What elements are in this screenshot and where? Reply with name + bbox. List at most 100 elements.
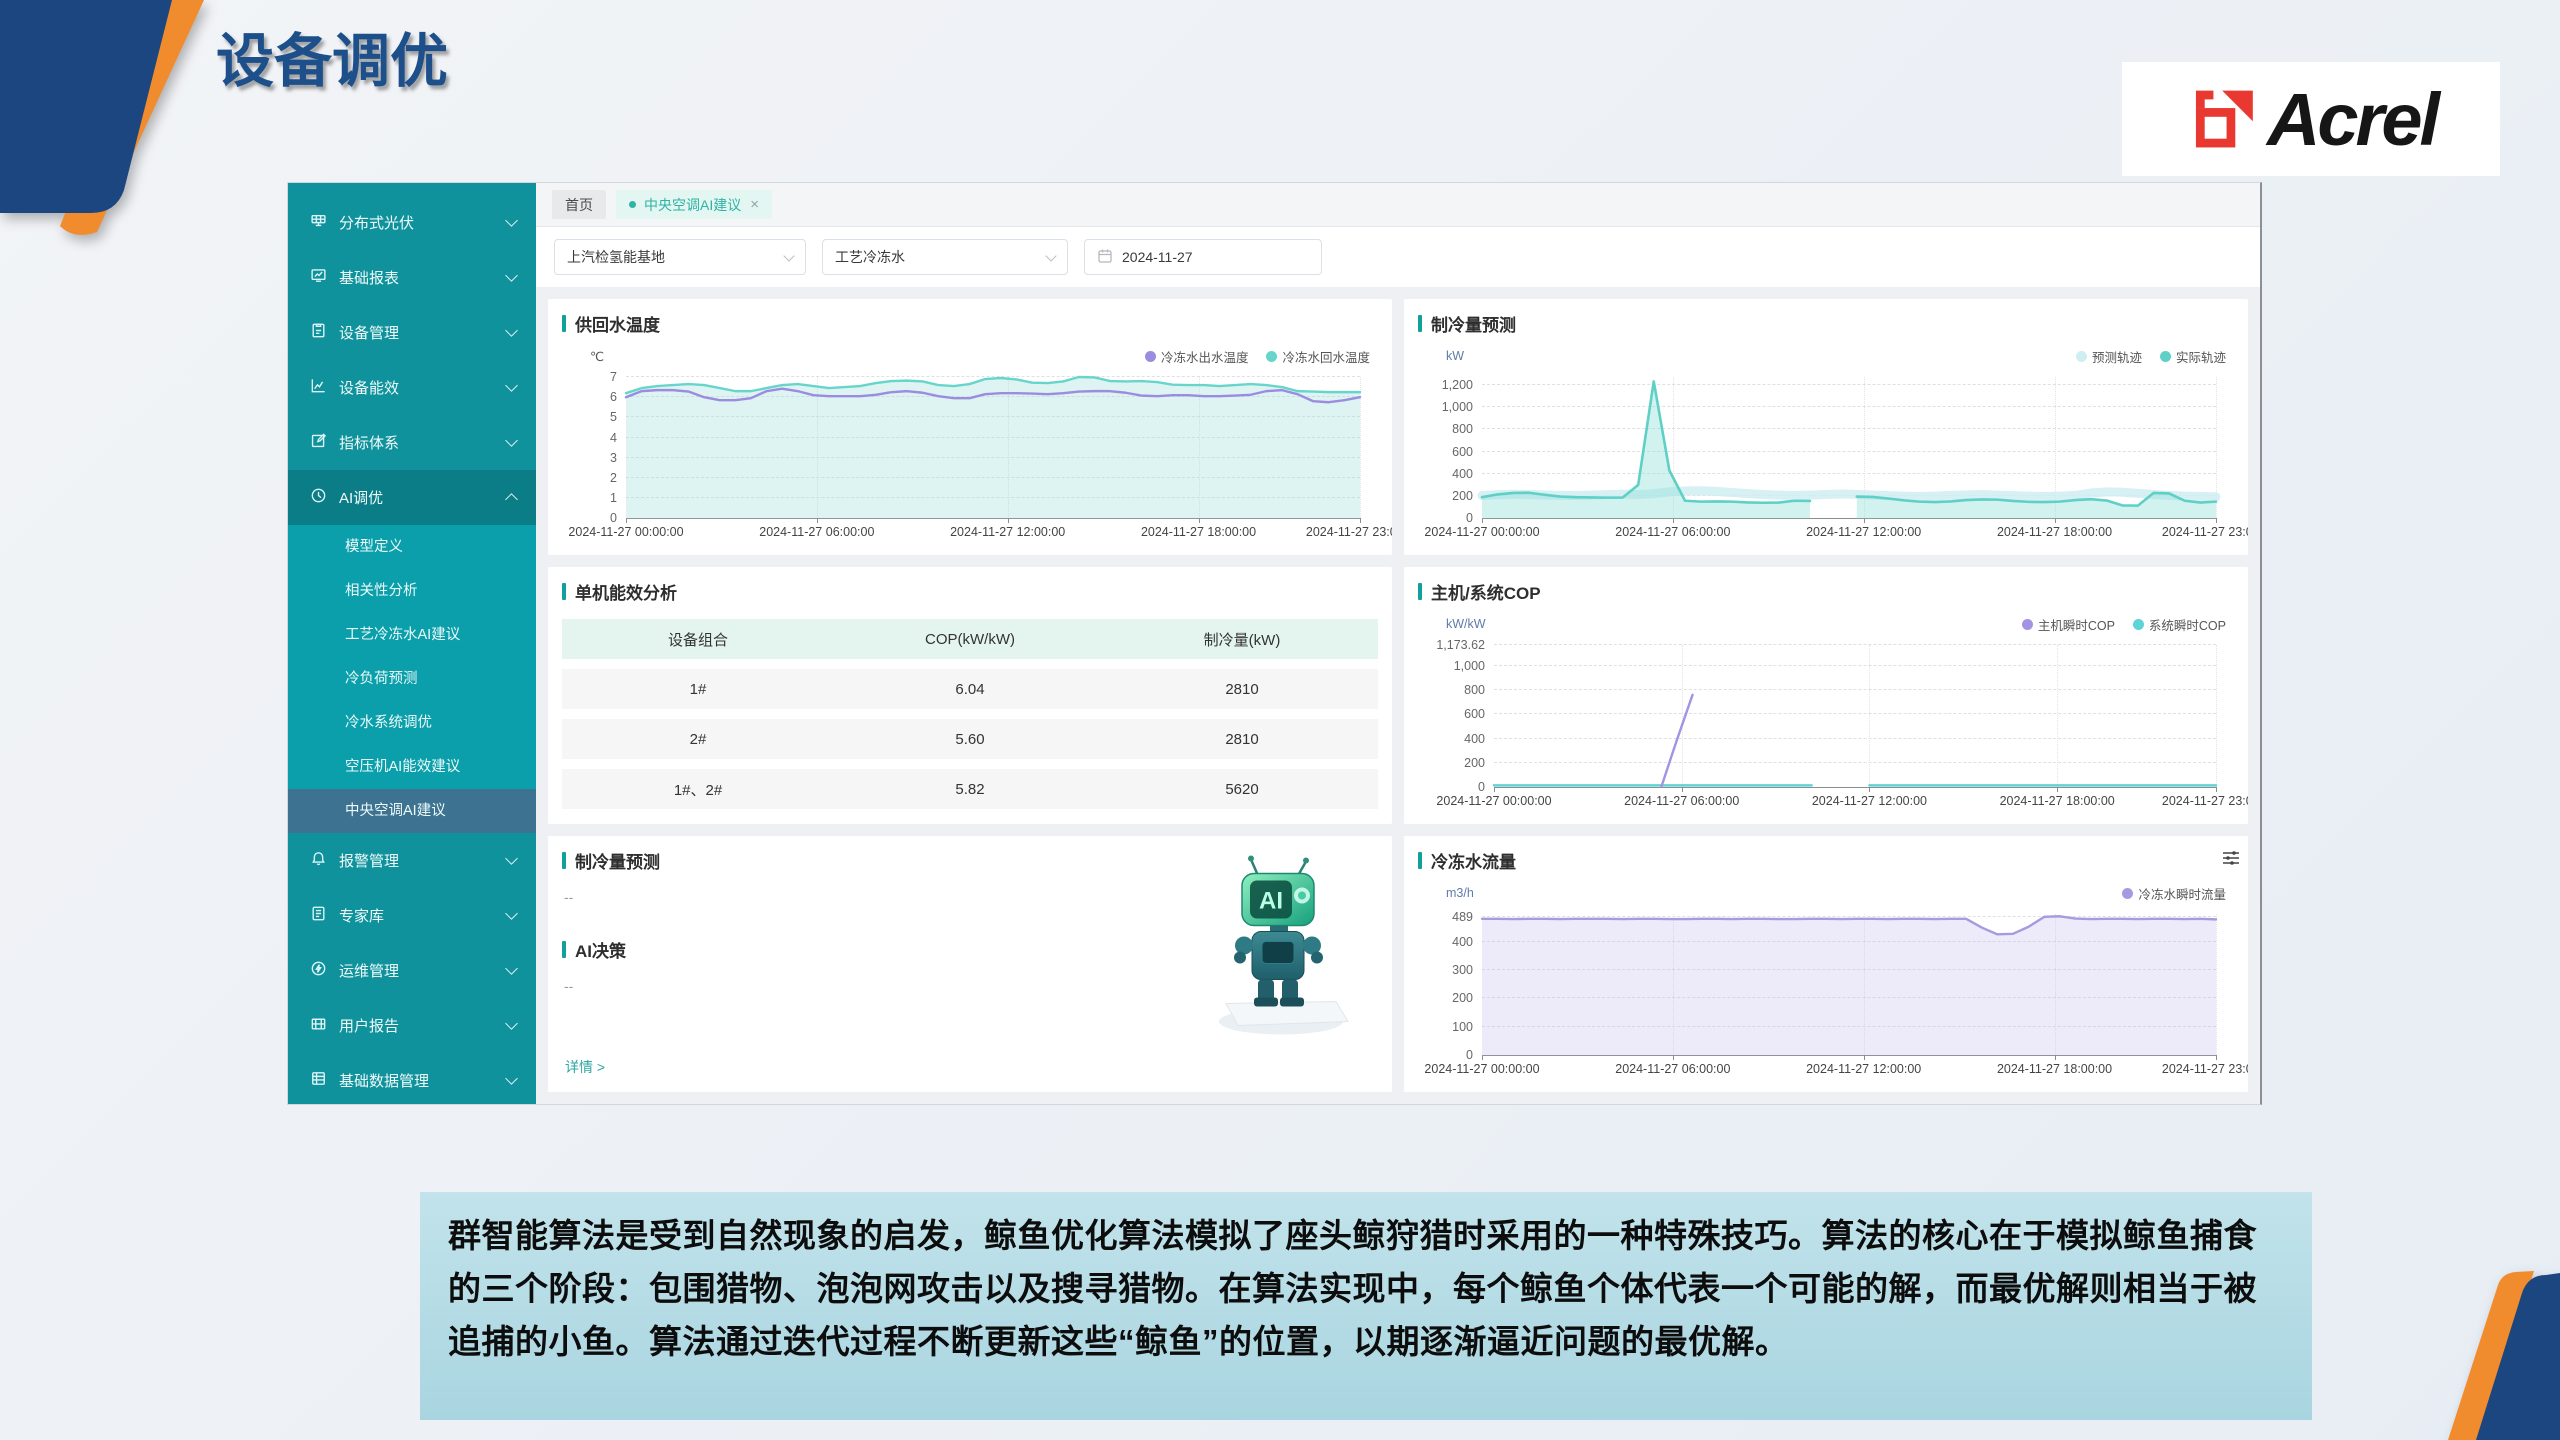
sidebar-item-base-data[interactable]: 基础数据管理 — [288, 1053, 536, 1104]
y-tick-label: 400 — [1464, 732, 1485, 746]
sidebar-item-alarm[interactable]: 报警管理 — [288, 833, 536, 888]
y-axis-unit: kW/kW — [1446, 617, 1486, 631]
table-cell: 2# — [562, 731, 834, 748]
table-cell: 5620 — [1106, 781, 1378, 798]
sidebar-item-kpi[interactable]: 指标体系 — [288, 415, 536, 470]
supply-return-temp-chart: ℃冷冻水出水温度冷冻水回水温度012345672024-11-27 00:00:… — [562, 341, 1378, 549]
site-select[interactable]: 上汽检氢能基地 — [554, 239, 806, 275]
legend-label: 系统瞬时COP — [2149, 615, 2226, 634]
panel-cop: 主机/系统COP kW/kW主机瞬时COP系统瞬时COP020040060080… — [1404, 567, 2248, 823]
charts-grid: 供回水温度 ℃冷冻水出水温度冷冻水回水温度012345672024-11-27 … — [536, 287, 2260, 1104]
efficiency-table: 设备组合COP(kW/kW)制冷量(kW)1#6.0428102#5.60281… — [562, 619, 1378, 819]
gridline-vertical — [2216, 645, 2217, 786]
ops-icon — [310, 960, 327, 981]
gridline-vertical — [2216, 914, 2217, 1055]
table-cell: 5.60 — [834, 731, 1106, 748]
sidebar-subitem[interactable]: 模型定义 — [288, 525, 536, 569]
tab-central-ac-ai[interactable]: 中央空调AI建议× — [616, 190, 772, 219]
sidebar-item-user-report[interactable]: 用户报告 — [288, 998, 536, 1053]
legend-item[interactable]: 主机瞬时COP — [2022, 615, 2115, 634]
select-value: 上汽检氢能基地 — [567, 247, 665, 267]
efficiency-icon — [310, 377, 327, 398]
axis-tick — [2216, 1055, 2217, 1060]
y-tick-label: 600 — [1452, 445, 1473, 459]
sidebar-subitem[interactable]: 冷负荷预测 — [288, 657, 536, 701]
axis-tick — [1494, 787, 1495, 792]
axis-tick — [2055, 1055, 2056, 1060]
date-picker[interactable]: 2024-11-27 — [1084, 239, 1322, 275]
legend-item[interactable]: 冷冻水出水温度 — [1145, 347, 1249, 366]
sidebar-subitem[interactable]: 中央空调AI建议 — [288, 789, 536, 833]
x-tick-label: 2024-11-27 12:00:00 — [1806, 1062, 1921, 1076]
y-tick-label: 7 — [610, 370, 617, 384]
sidebar-item-report[interactable]: 基础报表 — [288, 250, 536, 305]
chevron-down-icon — [505, 907, 518, 920]
y-tick-label: 489 — [1452, 910, 1473, 924]
axis-tick — [817, 518, 818, 523]
y-tick-label: 5 — [610, 410, 617, 424]
axis-tick — [2057, 787, 2058, 792]
sidebar-item-device[interactable]: 设备管理 — [288, 305, 536, 360]
sidebar-item-expert[interactable]: 专家库 — [288, 888, 536, 943]
pv-icon — [310, 212, 327, 233]
sidebar-item-ai[interactable]: AI调优 — [288, 470, 536, 525]
legend-dot — [2076, 351, 2087, 362]
legend-label: 主机瞬时COP — [2038, 615, 2115, 634]
sidebar-subitem[interactable]: 空压机AI能效建议 — [288, 745, 536, 789]
y-tick-label: 400 — [1452, 467, 1473, 481]
sidebar-submenu: 模型定义相关性分析工艺冷冻水AI建议冷负荷预测冷水系统调优空压机AI能效建议中央… — [288, 525, 536, 833]
calendar-icon — [1097, 248, 1113, 267]
sidebar-subitem[interactable]: 相关性分析 — [288, 569, 536, 613]
y-tick-label: 1,000 — [1454, 659, 1485, 673]
sidebar-item-pv[interactable]: 分布式光伏 — [288, 195, 536, 250]
legend-item[interactable]: 系统瞬时COP — [2133, 615, 2226, 634]
sidebar-subitem[interactable]: 冷水系统调优 — [288, 701, 536, 745]
y-tick-label: 6 — [610, 390, 617, 404]
ai-robot-image: AI — [1196, 846, 1366, 1046]
legend-dot — [2133, 619, 2144, 630]
legend-item[interactable]: 实际轨迹 — [2160, 347, 2226, 366]
panel-title: 供回水温度 — [548, 299, 1392, 336]
tab-home[interactable]: 首页 — [552, 190, 606, 219]
axis-tick — [2216, 518, 2217, 523]
system-select[interactable]: 工艺冷冻水 — [822, 239, 1068, 275]
axis-tick — [1869, 787, 1870, 792]
legend-dot — [2022, 619, 2033, 630]
report-icon — [310, 267, 327, 288]
x-tick-label: 2024-11-27 06:00:00 — [759, 525, 874, 539]
detail-link[interactable]: 详情 > — [565, 1057, 605, 1077]
legend-item[interactable]: 冷冻水回水温度 — [1266, 347, 1370, 366]
alarm-icon — [310, 850, 327, 871]
y-tick-label: 300 — [1452, 963, 1473, 977]
chevron-down-icon — [505, 962, 518, 975]
chevron-down-icon — [505, 852, 518, 865]
corner-decoration-top-left — [0, 0, 210, 240]
sidebar-item-ops[interactable]: 运维管理 — [288, 943, 536, 998]
chevron-down-icon — [505, 434, 518, 447]
basedata-icon — [310, 1070, 327, 1091]
title-accent-bar — [562, 852, 566, 869]
legend-item[interactable]: 预测轨迹 — [2076, 347, 2142, 366]
panel-title-text: 供回水温度 — [575, 311, 660, 336]
close-icon[interactable]: × — [750, 196, 759, 213]
x-tick-label: 2024-11-27 23:00:0 — [2162, 794, 2248, 808]
y-tick-label: 4 — [610, 431, 617, 445]
page-title: 设备调优 — [216, 14, 448, 98]
legend-dot — [1145, 351, 1156, 362]
chart-series-canvas — [1482, 914, 2216, 1055]
axis-tick — [626, 518, 627, 523]
filter-bar: 上汽检氢能基地 工艺冷冻水 2024-11-27 — [536, 227, 2260, 287]
y-tick-label: 200 — [1452, 991, 1473, 1005]
chart-settings-sliders-icon[interactable] — [2222, 850, 2240, 866]
legend-item[interactable]: 冷冻水瞬时流量 — [2122, 884, 2226, 903]
y-axis-unit: ℃ — [590, 349, 604, 364]
chevron-down-icon — [505, 1017, 518, 1030]
select-value: 工艺冷冻水 — [835, 247, 905, 267]
x-tick-label: 2024-11-27 00:00:00 — [1436, 794, 1551, 808]
title-accent-bar — [1418, 583, 1422, 600]
panel-chilled-water-flow: 冷冻水流量 m3/h冷冻水瞬时流量01002003004004892024-11… — [1404, 836, 2248, 1092]
x-tick-label: 2024-11-27 12:00:00 — [1812, 794, 1927, 808]
sidebar-item-efficiency[interactable]: 设备能效 — [288, 360, 536, 415]
sidebar-subitem[interactable]: 工艺冷冻水AI建议 — [288, 613, 536, 657]
expert-icon — [310, 905, 327, 926]
